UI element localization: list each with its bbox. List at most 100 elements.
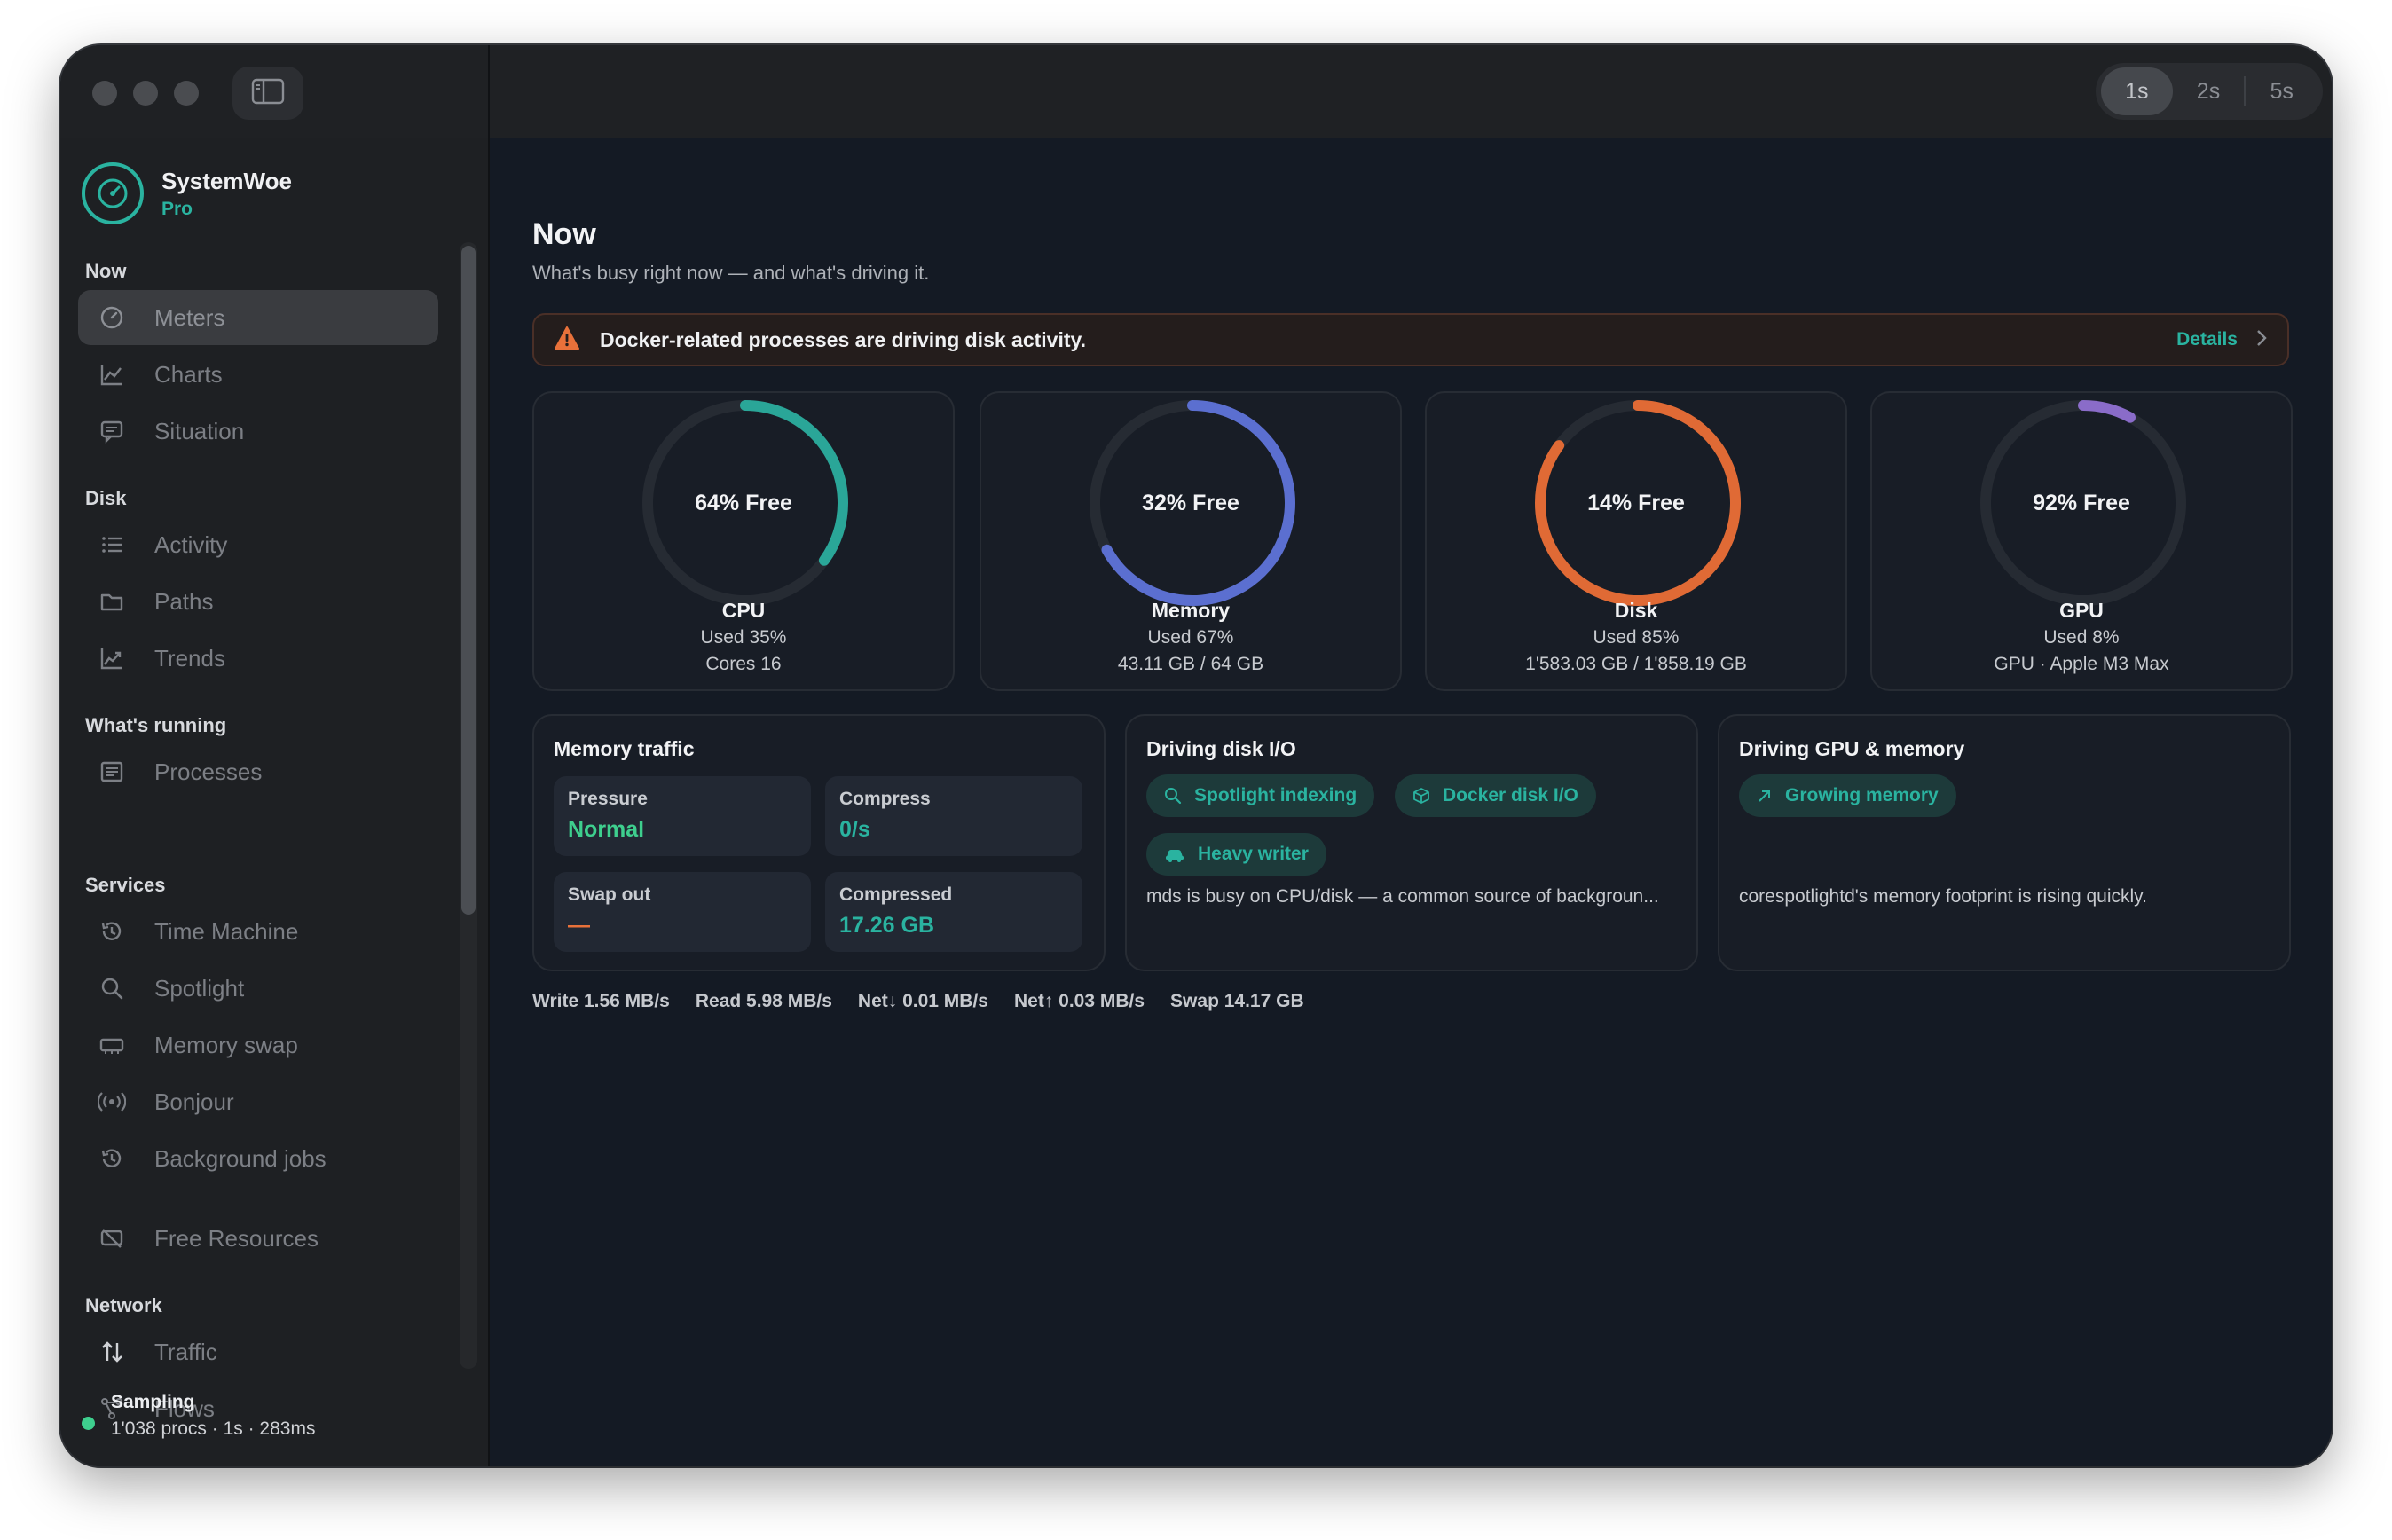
- sidebar-item-meters[interactable]: Meters: [78, 290, 438, 345]
- memory-amount: 43.11 GB / 64 GB: [1117, 654, 1264, 674]
- gpu-memory-note: corespotlightd's memory footprint is ris…: [1739, 886, 2147, 907]
- gpu-model: GPU · Apple M3 Max: [1994, 654, 2169, 674]
- sidebar-item-background-jobs[interactable]: Background jobs: [78, 1131, 438, 1186]
- memory-gauge-card[interactable]: 32% Free Memory Used 67% 43.11 GB / 64 G…: [980, 391, 1402, 691]
- net-down-rate: Net↓ 0.01 MB/s: [857, 991, 988, 1011]
- chip-label: Spotlight indexing: [1194, 785, 1357, 805]
- compress-value: 0/s: [839, 817, 870, 842]
- folder-icon: [98, 587, 126, 616]
- line-chart-icon: [98, 360, 126, 389]
- chevron-right-icon: [2255, 328, 2268, 352]
- cpu-gauge-card[interactable]: 64% Free CPU Used 35% Cores 16: [532, 391, 955, 691]
- compressed-tile: Compressed 17.26 GB: [825, 872, 1082, 952]
- chip-docker-disk-io[interactable]: Docker disk I/O: [1395, 774, 1596, 817]
- pressure-tile: Pressure Normal: [554, 776, 811, 856]
- panel-title: Memory traffic: [554, 737, 695, 760]
- app-window: SystemWoe Pro Now Meters Charts Situatio…: [60, 45, 2332, 1466]
- memory-used: Used 67%: [1147, 627, 1234, 648]
- section-whats-running: What's running: [85, 714, 227, 736]
- search-icon: [98, 974, 126, 1002]
- box-icon: [1413, 788, 1429, 804]
- car-icon: [1166, 850, 1184, 862]
- disk-amount: 1'583.03 GB / 1'858.19 GB: [1525, 654, 1747, 674]
- app-name: SystemWoe: [161, 167, 292, 194]
- swap-out-tile: Swap out —: [554, 872, 811, 952]
- cpu-cores: Cores 16: [705, 654, 782, 674]
- minimize-window-button[interactable]: [133, 81, 158, 106]
- tile-label: Compress: [839, 789, 931, 809]
- alert-details-link[interactable]: Details: [2176, 329, 2238, 350]
- up-down-arrows-icon: [98, 1338, 126, 1366]
- gpu-gauge-card[interactable]: 92% Free GPU Used 8% GPU · Apple M3 Max: [1870, 391, 2293, 691]
- sidebar-item-label: Situation: [154, 417, 245, 444]
- interval-5s[interactable]: 5s: [2246, 67, 2317, 115]
- sidebar-item-label: Paths: [154, 587, 214, 615]
- tile-label: Pressure: [568, 789, 648, 809]
- sidebar-item-label: Traffic: [154, 1338, 217, 1365]
- disk-title: Disk: [1614, 599, 1658, 622]
- sidebar-item-processes[interactable]: Processes: [78, 744, 438, 799]
- sidebar-toggle-icon: [251, 78, 285, 109]
- section-network: Network: [85, 1294, 162, 1316]
- gpu-title: GPU: [2059, 599, 2104, 622]
- sidebar-item-traffic[interactable]: Traffic: [78, 1324, 438, 1379]
- section-disk: Disk: [85, 487, 127, 509]
- sidebar-item-bonjour[interactable]: Bonjour: [78, 1074, 438, 1129]
- sidebar-item-paths[interactable]: Paths: [78, 574, 438, 629]
- sidebar-item-free-resources[interactable]: Free Resources: [78, 1211, 438, 1266]
- sidebar-item-label: Time Machine: [154, 917, 299, 945]
- broadcast-icon: [98, 1088, 126, 1116]
- compressed-value: 17.26 GB: [839, 913, 935, 938]
- interval-1s[interactable]: 1s: [2101, 67, 2173, 115]
- chip-spotlight-indexing[interactable]: Spotlight indexing: [1146, 774, 1375, 817]
- disk-free-label: 14% Free: [1587, 491, 1685, 515]
- interval-2s[interactable]: 2s: [2173, 67, 2245, 115]
- plan-badge: Pro: [161, 198, 193, 219]
- speedometer-icon: [98, 303, 126, 332]
- status-title: Sampling: [111, 1392, 195, 1412]
- gpu-used: Used 8%: [2043, 627, 2120, 648]
- sidebar: SystemWoe Pro Now Meters Charts Situatio…: [60, 45, 490, 1466]
- sampling-interval-picker: 1s 2s 5s: [2096, 63, 2323, 120]
- sidebar-item-time-machine[interactable]: Time Machine: [78, 904, 438, 959]
- sidebar-scrollbar-thumb[interactable]: [461, 246, 476, 915]
- tile-label: Compressed: [839, 884, 953, 905]
- list-icon: [98, 530, 126, 559]
- alert-banner[interactable]: Docker-related processes are driving dis…: [532, 313, 2289, 366]
- cpu-used: Used 35%: [700, 627, 787, 648]
- free-resources-icon: [98, 1224, 126, 1253]
- cpu-free-label: 64% Free: [695, 491, 792, 515]
- sidebar-item-memory-swap[interactable]: Memory swap: [78, 1018, 438, 1072]
- sidebar-item-trends[interactable]: Trends: [78, 631, 438, 686]
- memory-title: Memory: [1151, 599, 1231, 622]
- sidebar-item-label: Memory swap: [154, 1031, 298, 1058]
- panel-title: Driving GPU & memory: [1739, 737, 1965, 760]
- disk-io-note: mds is busy on CPU/disk — a common sourc…: [1146, 886, 1659, 907]
- gpu-memory-panel: Driving GPU & memory Growing memory core…: [1718, 714, 2291, 971]
- chip-label: Growing memory: [1785, 785, 1939, 805]
- disk-gauge-card[interactable]: 14% Free Disk Used 85% 1'583.03 GB / 1'8…: [1425, 391, 1847, 691]
- page-subtitle: What's busy right now — and what's drivi…: [532, 262, 930, 284]
- message-icon: [98, 417, 126, 445]
- sidebar-item-label: Background jobs: [154, 1144, 327, 1172]
- chip-growing-memory[interactable]: Growing memory: [1739, 774, 1956, 817]
- status-dot-icon: [82, 1417, 95, 1430]
- sidebar-item-situation[interactable]: Situation: [78, 404, 438, 459]
- clock-arrow-icon: [98, 1144, 126, 1173]
- close-window-button[interactable]: [92, 81, 117, 106]
- sidebar-toggle-button[interactable]: [232, 67, 303, 120]
- chip-heavy-writer[interactable]: Heavy writer: [1146, 833, 1326, 876]
- disk-used: Used 85%: [1593, 627, 1680, 648]
- sidebar-item-charts[interactable]: Charts: [78, 347, 438, 402]
- zoom-window-button[interactable]: [174, 81, 199, 106]
- search-icon: [1165, 788, 1182, 805]
- sampling-status: Sampling 1'038 procs · 1s · 283ms: [82, 1392, 315, 1440]
- chip-label: Docker disk I/O: [1443, 785, 1578, 805]
- trend-chart-icon: [98, 644, 126, 672]
- net-up-rate: Net↑ 0.03 MB/s: [1013, 991, 1145, 1011]
- swap-out-value: —: [568, 913, 590, 938]
- sidebar-item-spotlight[interactable]: Spotlight: [78, 961, 438, 1016]
- gauge-logo-icon: [82, 162, 144, 224]
- sidebar-item-activity[interactable]: Activity: [78, 517, 438, 572]
- memory-free-label: 32% Free: [1142, 491, 1239, 515]
